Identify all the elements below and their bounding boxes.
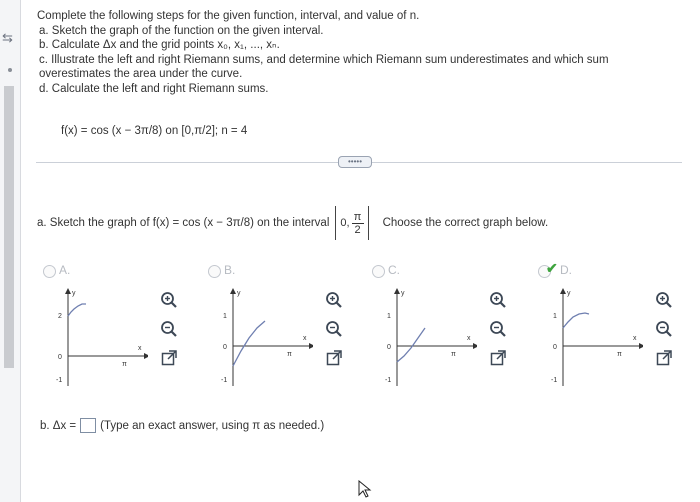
zoom-out-icon[interactable] <box>654 319 674 339</box>
option-d-tools <box>654 290 676 377</box>
expand-icon[interactable] <box>159 348 179 368</box>
interval-left: 0, <box>340 217 350 229</box>
option-c-y-label: y <box>401 290 405 297</box>
step-a: a. Sketch the graph of the function on t… <box>39 24 324 37</box>
option-a-tools <box>159 290 181 377</box>
part-a-prefix: a. Sketch the graph of f(x) = cos (x − 3… <box>37 217 330 229</box>
check-icon: ✔ <box>546 260 558 276</box>
part-a-question: a. Sketch the graph of f(x) = cos (x − 3… <box>37 206 548 240</box>
option-d-y-label: y <box>567 290 571 297</box>
problem-statement: Complete the following steps for the giv… <box>37 9 687 96</box>
option-a-ytick-mid: 0 <box>58 354 62 361</box>
option-d-ytick-top: 1 <box>553 313 557 320</box>
option-b[interactable]: B. 1 0 -1 y x π <box>208 262 358 392</box>
option-d-label: D. <box>560 263 572 277</box>
option-c-radio[interactable] <box>372 265 385 278</box>
option-a-graph: 2 0 -1 y x π <box>56 288 148 386</box>
option-d[interactable]: ✔ D. 1 0 -1 y x π <box>538 260 688 392</box>
zoom-in-icon[interactable] <box>488 290 508 310</box>
option-a-radio[interactable] <box>43 265 56 278</box>
option-a-x-label: x <box>138 345 142 352</box>
option-a-label: A. <box>59 263 71 277</box>
option-c-x-label: x <box>467 335 471 342</box>
option-c-ytick-top: 1 <box>387 313 391 320</box>
step-d: d. Calculate the left and right Riemann … <box>39 82 269 95</box>
interval-expression: 0, π 2 <box>335 206 369 240</box>
option-b-radio[interactable] <box>208 265 221 278</box>
option-c[interactable]: C. 1 0 -1 y x π <box>372 262 522 392</box>
expand-icon[interactable] <box>488 348 508 368</box>
zoom-in-icon[interactable] <box>159 290 179 310</box>
more-button[interactable]: ••••• <box>338 156 372 168</box>
zoom-in-icon[interactable] <box>324 290 344 310</box>
option-c-graph: 1 0 -1 y x π <box>385 288 477 386</box>
option-b-ytick-top: 1 <box>223 313 227 320</box>
option-d-graph: 1 0 -1 y x π <box>551 288 643 386</box>
option-a-y-label: y <box>72 290 76 297</box>
option-a[interactable]: A. 2 0 -1 y x π <box>43 262 193 392</box>
expand-icon[interactable] <box>324 348 344 368</box>
option-c-ytick-mid: 0 <box>387 344 391 351</box>
mouse-cursor-icon <box>358 480 372 498</box>
option-c-label: C. <box>388 263 400 277</box>
sidebar-scrollbar[interactable] <box>4 86 14 368</box>
step-c-continued: overestimates the area under the curve. <box>39 68 243 80</box>
expand-icon[interactable] <box>654 348 674 368</box>
option-b-x-label: x <box>303 335 307 342</box>
option-b-graph: 1 0 -1 y x π <box>221 288 313 386</box>
option-d-x-label: x <box>633 335 637 342</box>
left-sidebar: ⇆ <box>0 0 21 502</box>
option-c-x-tick: π <box>451 351 456 358</box>
option-b-label: B. <box>224 263 236 277</box>
option-a-ytick-top: 2 <box>58 313 62 320</box>
zoom-out-icon[interactable] <box>488 319 508 339</box>
part-b-question: b. Δx = (Type an exact answer, using π a… <box>40 418 324 433</box>
delta-x-input[interactable] <box>80 418 97 433</box>
option-a-ytick-bottom: -1 <box>56 377 62 384</box>
option-b-tools <box>324 290 346 377</box>
collapse-arrow-icon[interactable]: ⇆ <box>2 30 13 46</box>
option-b-y-label: y <box>237 290 241 297</box>
function-definition: f(x) = cos (x − 3π/8) on [0,π/2]; n = 4 <box>61 125 248 137</box>
option-d-x-tick: π <box>617 351 622 358</box>
option-b-ytick-mid: 0 <box>223 344 227 351</box>
option-d-ytick-bottom: -1 <box>551 377 557 384</box>
step-b: b. Calculate Δx and the grid points x₀, … <box>39 39 280 51</box>
option-a-x-tick: π <box>122 361 127 368</box>
sidebar-dot-icon <box>8 68 12 72</box>
part-a-instruction: Choose the correct graph below. <box>382 217 549 229</box>
zoom-out-icon[interactable] <box>324 319 344 339</box>
problem-intro: Complete the following steps for the giv… <box>37 10 420 22</box>
zoom-in-icon[interactable] <box>654 290 674 310</box>
option-c-ytick-bottom: -1 <box>385 377 391 384</box>
option-c-tools <box>488 290 510 377</box>
option-d-ytick-mid: 0 <box>553 344 557 351</box>
option-b-x-tick: π <box>287 351 292 358</box>
part-b-prefix: b. Δx = <box>40 419 77 432</box>
fraction-denominator: 2 <box>354 223 361 236</box>
zoom-out-icon[interactable] <box>159 319 179 339</box>
interval-fraction: π 2 <box>351 210 364 236</box>
option-b-ytick-bottom: -1 <box>221 377 227 384</box>
fraction-numerator: π <box>353 210 362 223</box>
part-b-hint: (Type an exact answer, using π as needed… <box>100 419 325 432</box>
step-c: c. Illustrate the left and right Riemann… <box>39 53 609 66</box>
